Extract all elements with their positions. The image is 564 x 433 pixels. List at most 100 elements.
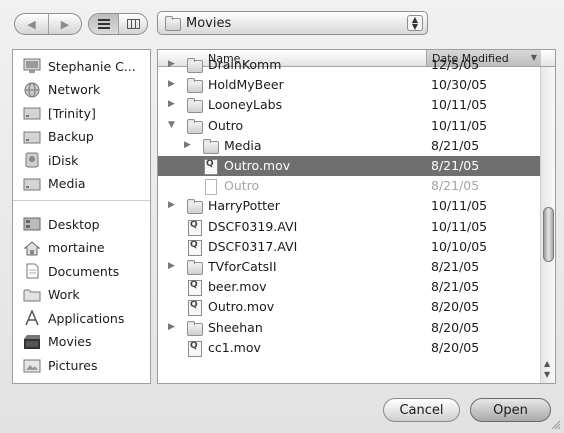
sidebar-item-label: Movies	[48, 334, 92, 349]
sidebar-item-label: Documents	[48, 263, 120, 279]
scrollbar-thumb[interactable]	[543, 207, 554, 262]
file-row[interactable]: ▶ HoldMyBeer 10/30/05	[158, 75, 540, 95]
sidebar-item[interactable]: Pictures	[13, 354, 150, 376]
file-name: Outro.mov	[208, 299, 275, 315]
applications-icon	[23, 309, 41, 326]
file-name: DSCF0317.AVI	[208, 238, 298, 254]
sidebar-item[interactable]: mortaine	[13, 237, 150, 259]
file-date-modified: 10/11/05	[431, 117, 488, 133]
sidebar-item-label: Stephanie C...	[48, 58, 136, 74]
history-navigation: ◀ ▶	[14, 13, 82, 35]
sidebar-item-label: Pictures	[48, 357, 98, 373]
folder-icon	[186, 57, 203, 73]
home-icon	[23, 240, 41, 256]
file-date-modified: 10/11/05	[431, 198, 488, 214]
disclosure-collapsed-icon[interactable]: ▶	[168, 79, 175, 89]
sidebar-divider	[13, 200, 150, 201]
file-row[interactable]: ▼ Outro 10/11/05	[158, 116, 540, 136]
file-row[interactable]: ▶ Sheehan 8/20/05	[158, 318, 540, 338]
sidebar-item[interactable]: iDisk	[13, 149, 150, 171]
file-name: DrainKomm	[208, 57, 282, 72]
computer-icon	[23, 58, 41, 74]
popup-arrows-icon: ▲ ▼	[407, 15, 423, 31]
disclosure-collapsed-icon[interactable]: ▶	[168, 99, 175, 109]
file-date-modified: 8/21/05	[431, 259, 480, 274]
file-date-modified: 8/20/05	[431, 339, 480, 355]
disclosure-collapsed-icon[interactable]: ▶	[168, 322, 175, 332]
file-date-modified: 10/10/05	[431, 238, 488, 254]
sidebar: Stephanie C... Network [Trinity] Backup iDis…	[12, 49, 151, 384]
file-row[interactable]: DSCF0319.AVI 10/11/05	[158, 217, 540, 237]
desktop-icon	[23, 216, 41, 232]
sidebar-item[interactable]: [Trinity]	[13, 102, 150, 124]
path-popup-menu[interactable]: Movies ▲ ▼	[157, 11, 428, 35]
file-date-modified: 8/21/05	[431, 279, 480, 295]
movie-file-icon	[186, 219, 202, 236]
file-name: cc1.mov	[208, 339, 261, 355]
file-name: Media	[224, 137, 262, 153]
file-name: LooneyLabs	[208, 97, 283, 113]
file-row[interactable]: beer.mov 8/21/05	[158, 277, 540, 297]
sidebar-item-label: iDisk	[48, 152, 79, 168]
file-row[interactable]: ▶ DrainKomm 12/5/05	[158, 55, 540, 75]
disclosure-collapsed-icon[interactable]: ▶	[184, 140, 191, 150]
file-name: HarryPotter	[208, 198, 280, 214]
sidebar-item[interactable]: Work	[13, 284, 150, 306]
folder-icon	[186, 259, 203, 275]
file-name: TVforCatsII	[208, 259, 277, 274]
sidebar-item[interactable]: Movies	[13, 331, 150, 353]
forward-arrow-icon[interactable]: ▶	[48, 14, 81, 34]
file-name: Outro	[224, 178, 260, 194]
scroll-up-arrow-icon[interactable]: ▲	[544, 359, 550, 368]
view-mode-toggle	[88, 13, 148, 35]
file-row[interactable]: Outro.mov 8/21/05	[158, 156, 540, 176]
file-date-modified: 8/21/05	[431, 137, 480, 153]
documents-icon	[23, 263, 41, 279]
file-date-modified: 12/5/05	[431, 57, 480, 72]
sidebar-item[interactable]: Applications	[13, 307, 150, 329]
back-arrow-icon[interactable]: ◀	[15, 14, 48, 34]
folder-icon	[186, 320, 203, 336]
file-row[interactable]: ▶ HarryPotter 10/11/05	[158, 196, 540, 216]
file-row[interactable]: Outro.mov 8/20/05	[158, 297, 540, 317]
path-label: Movies	[186, 15, 232, 31]
sidebar-item[interactable]: Backup	[13, 126, 150, 148]
sidebar-item[interactable]: Desktop	[13, 213, 150, 235]
column-view-icon[interactable]	[118, 14, 147, 34]
movie-file-icon	[186, 239, 202, 256]
file-row[interactable]: ▶ Media 8/21/05	[158, 136, 540, 156]
resize-grip-icon[interactable]	[551, 420, 561, 430]
disclosure-expanded-icon[interactable]: ▼	[168, 120, 175, 130]
disclosure-collapsed-icon[interactable]: ▶	[168, 200, 175, 210]
file-row[interactable]: ▶ TVforCatsII 8/21/05	[158, 257, 540, 277]
sidebar-item[interactable]: Media	[13, 173, 150, 195]
file-date-modified: 8/21/05	[431, 158, 480, 173]
movie-file-icon	[186, 279, 202, 297]
cancel-button[interactable]: Cancel	[383, 398, 460, 422]
vertical-scrollbar[interactable]: ▲ ▼	[540, 67, 555, 383]
disclosure-collapsed-icon[interactable]: ▶	[168, 261, 175, 271]
file-row[interactable]: DSCF0317.AVI 10/10/05	[158, 237, 540, 257]
sidebar-item-label: Backup	[48, 129, 94, 144]
scroll-down-arrow-icon[interactable]: ▼	[544, 370, 550, 379]
sidebar-item-label: Desktop	[48, 216, 100, 232]
file-browser-list: Name Date Modified ▼ ▶ DrainKomm 12/5/05 ▶ H…	[157, 49, 556, 384]
file-row[interactable]: Outro 8/21/05	[158, 176, 540, 196]
file-row[interactable]: ▶ LooneyLabs 10/11/05	[158, 95, 540, 115]
open-file-dialog: ◀ ▶ Movies ▲ ▼ Stephanie C... Network [Trin…	[0, 0, 564, 433]
sidebar-item[interactable]: Documents	[13, 260, 150, 282]
disclosure-collapsed-icon[interactable]: ▶	[168, 59, 175, 69]
pictures-icon	[23, 357, 41, 373]
sidebar-item-label: Work	[48, 287, 80, 302]
file-row[interactable]: cc1.mov 8/20/05	[158, 338, 540, 358]
list-view-icon[interactable]	[89, 14, 118, 34]
sidebar-item[interactable]: Network	[13, 79, 150, 101]
folder-icon	[23, 287, 41, 303]
hard-drive-icon	[23, 105, 41, 121]
file-date-modified: 8/21/05	[431, 178, 480, 194]
movie-file-icon	[186, 299, 202, 317]
sidebar-item-label: [Trinity]	[48, 105, 96, 121]
folder-icon	[202, 138, 219, 154]
sidebar-item[interactable]: Stephanie C...	[13, 55, 150, 77]
open-button[interactable]: Open	[470, 398, 551, 422]
